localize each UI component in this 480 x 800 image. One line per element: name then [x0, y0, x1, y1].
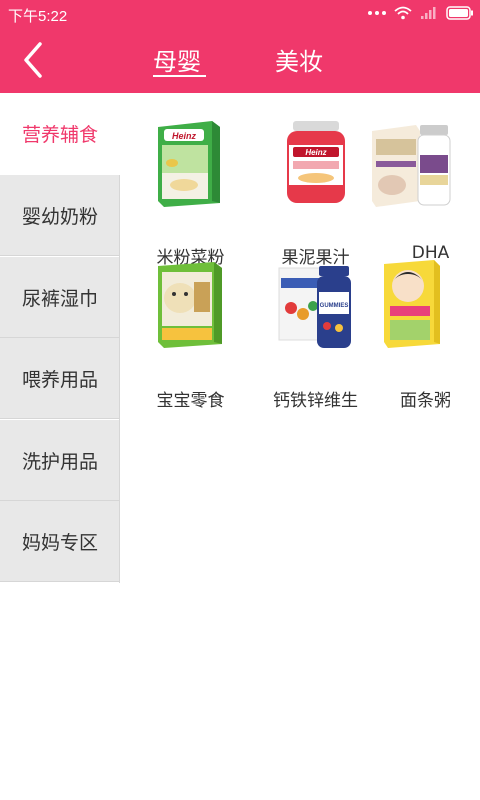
sidebar-item-bath[interactable]: 洗护用品 [0, 420, 119, 501]
svg-text:Heinz: Heinz [305, 148, 326, 157]
sidebar-item-mom[interactable]: 妈妈专区 [0, 501, 119, 582]
tab-mother-baby[interactable]: 母婴 [153, 42, 201, 77]
signal-icon [421, 7, 436, 19]
sidebar-item-label: 妈妈专区 [22, 531, 99, 554]
sidebar-item-diapers[interactable]: 尿裤湿巾 [0, 257, 119, 338]
status-icons [368, 4, 474, 22]
sidebar-divider [119, 175, 120, 583]
status-bar: 下午5:22 [0, 0, 480, 26]
product-noodle-porridge[interactable]: 面条粥 [348, 258, 473, 411]
category-tabs: 母婴 美妆 [0, 38, 480, 88]
app-header: 下午5:22 母婴 美妆 [0, 0, 480, 93]
rice-cereal-box-image: Heinz [158, 121, 220, 207]
sidebar-item-label: 尿裤湿巾 [22, 287, 99, 310]
sidebar-item-label: 婴幼奶粉 [22, 205, 99, 228]
battery-icon [446, 6, 473, 20]
sidebar-item-label: 喂养用品 [22, 368, 99, 391]
tab-active-indicator [153, 75, 206, 77]
product-baby-snack[interactable]: 宝宝零食 [128, 258, 253, 411]
product-name: 宝宝零食 [156, 391, 225, 411]
svg-text:GUMMIES: GUMMIES [320, 303, 349, 309]
dha-box-image [372, 125, 451, 207]
noodle-box-image [384, 260, 440, 348]
product-rice-cereal[interactable]: Heinz 米粉菜粉 [128, 115, 253, 268]
product-dha[interactable]: DHA [348, 115, 473, 263]
sidebar-item-formula[interactable]: 婴幼奶粉 [0, 175, 119, 256]
sidebar-item-label: 洗护用品 [22, 450, 99, 473]
wifi-icon [394, 6, 412, 20]
category-sidebar: 营养辅食 婴幼奶粉 尿裤湿巾 喂养用品 洗护用品 妈妈专区 [0, 93, 120, 583]
svg-text:Heinz: Heinz [172, 131, 197, 141]
tab-beauty[interactable]: 美妆 [275, 42, 323, 77]
product-name: 面条粥 [400, 391, 451, 411]
fruit-puree-jar-image: Heinz [287, 121, 345, 203]
sidebar-item-feeding[interactable]: 喂养用品 [0, 338, 119, 419]
sidebar-item-nutrition[interactable]: 营养辅食 [0, 93, 119, 174]
status-time: 下午5:22 [8, 8, 68, 25]
vitamin-gummies-image: GUMMIES [278, 266, 351, 348]
sidebar-item-label: 营养辅食 [22, 124, 99, 146]
notification-dots-icon [368, 11, 386, 15]
baby-snack-box-image [158, 262, 222, 348]
